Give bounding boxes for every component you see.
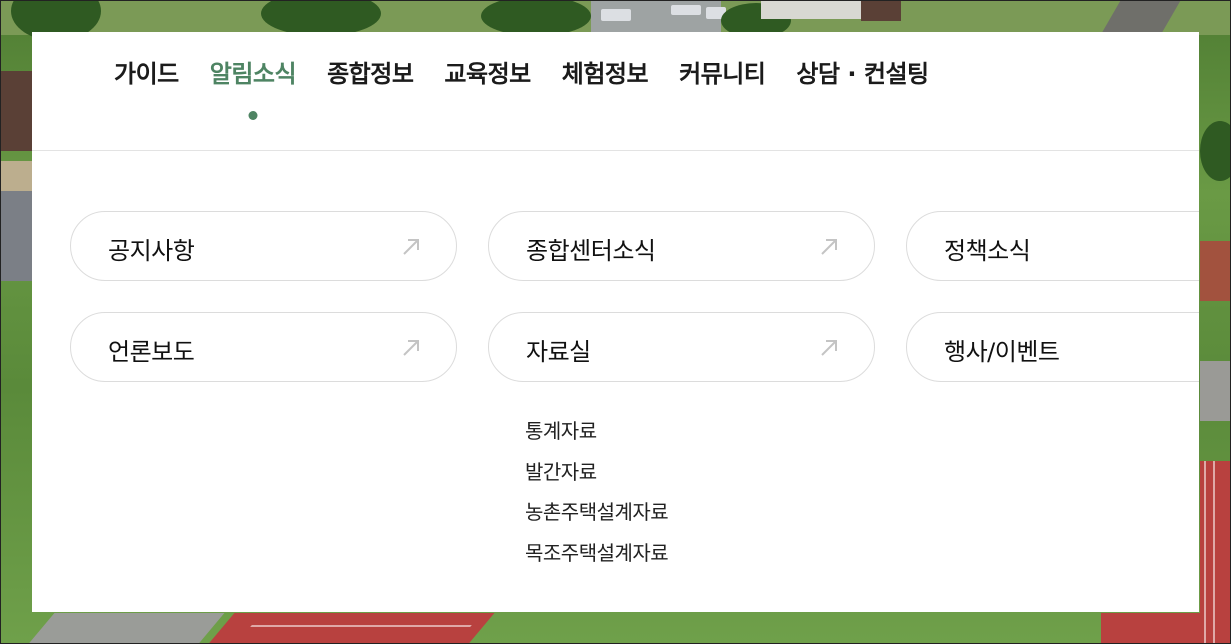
submenu-item-wooden-housing-design[interactable]: 목조주택설계자료 (525, 533, 669, 574)
nav-item-guide[interactable]: 가이드 (114, 59, 179, 89)
arrow-up-right-icon (403, 239, 419, 255)
arrow-up-right-icon (403, 340, 419, 356)
arrow-up-right-icon (821, 340, 837, 356)
submenu-item-statistics[interactable]: 통계자료 (525, 411, 668, 452)
card-label: 정책소식 (944, 237, 1031, 265)
card-notice[interactable]: 공지사항 (70, 211, 457, 281)
active-indicator-dot (248, 111, 258, 120)
card-label: 종합센터소식 (526, 237, 656, 265)
card-policy-news[interactable]: 정책소식 (906, 211, 1199, 281)
nav-item-news-label: 알림소식 (209, 60, 297, 88)
submenu-item-rural-housing-design[interactable]: 농촌주택설계자료 (525, 492, 669, 533)
nav-item-news[interactable]: 알림소식 (209, 59, 297, 120)
nav-item-education[interactable]: 교육정보 (444, 59, 531, 89)
card-label: 언론보도 (108, 338, 195, 366)
nav-item-community[interactable]: 커뮤니티 (679, 59, 766, 89)
card-center-news[interactable]: 종합센터소식 (488, 211, 875, 281)
card-label: 자료실 (526, 338, 591, 366)
nav-item-experience[interactable]: 체험정보 (562, 59, 649, 89)
arrow-up-right-icon (821, 239, 837, 255)
card-label: 공지사항 (108, 237, 195, 265)
card-label: 행사/이벤트 (944, 338, 1060, 366)
submenu-item-publications[interactable]: 발간자료 (525, 452, 668, 493)
main-navigation: 가이드 알림소식 종합정보 교육정보 체험정보 커뮤니티 상담 · 컨설팅 (32, 32, 1199, 151)
card-press[interactable]: 언론보도 (70, 312, 457, 382)
archive-submenu: 통계자료 발간자료 농촌주택설계자료 목조주택설계자료 (525, 411, 669, 574)
nav-item-general-info[interactable]: 종합정보 (327, 59, 414, 89)
mega-menu-panel: 가이드 알림소식 종합정보 교육정보 체험정보 커뮤니티 상담 · 컨설팅 공지… (32, 32, 1199, 612)
card-events[interactable]: 행사/이벤트 (906, 312, 1199, 382)
card-archive[interactable]: 자료실 (488, 312, 875, 382)
nav-item-consulting[interactable]: 상담 · 컨설팅 (796, 59, 929, 89)
